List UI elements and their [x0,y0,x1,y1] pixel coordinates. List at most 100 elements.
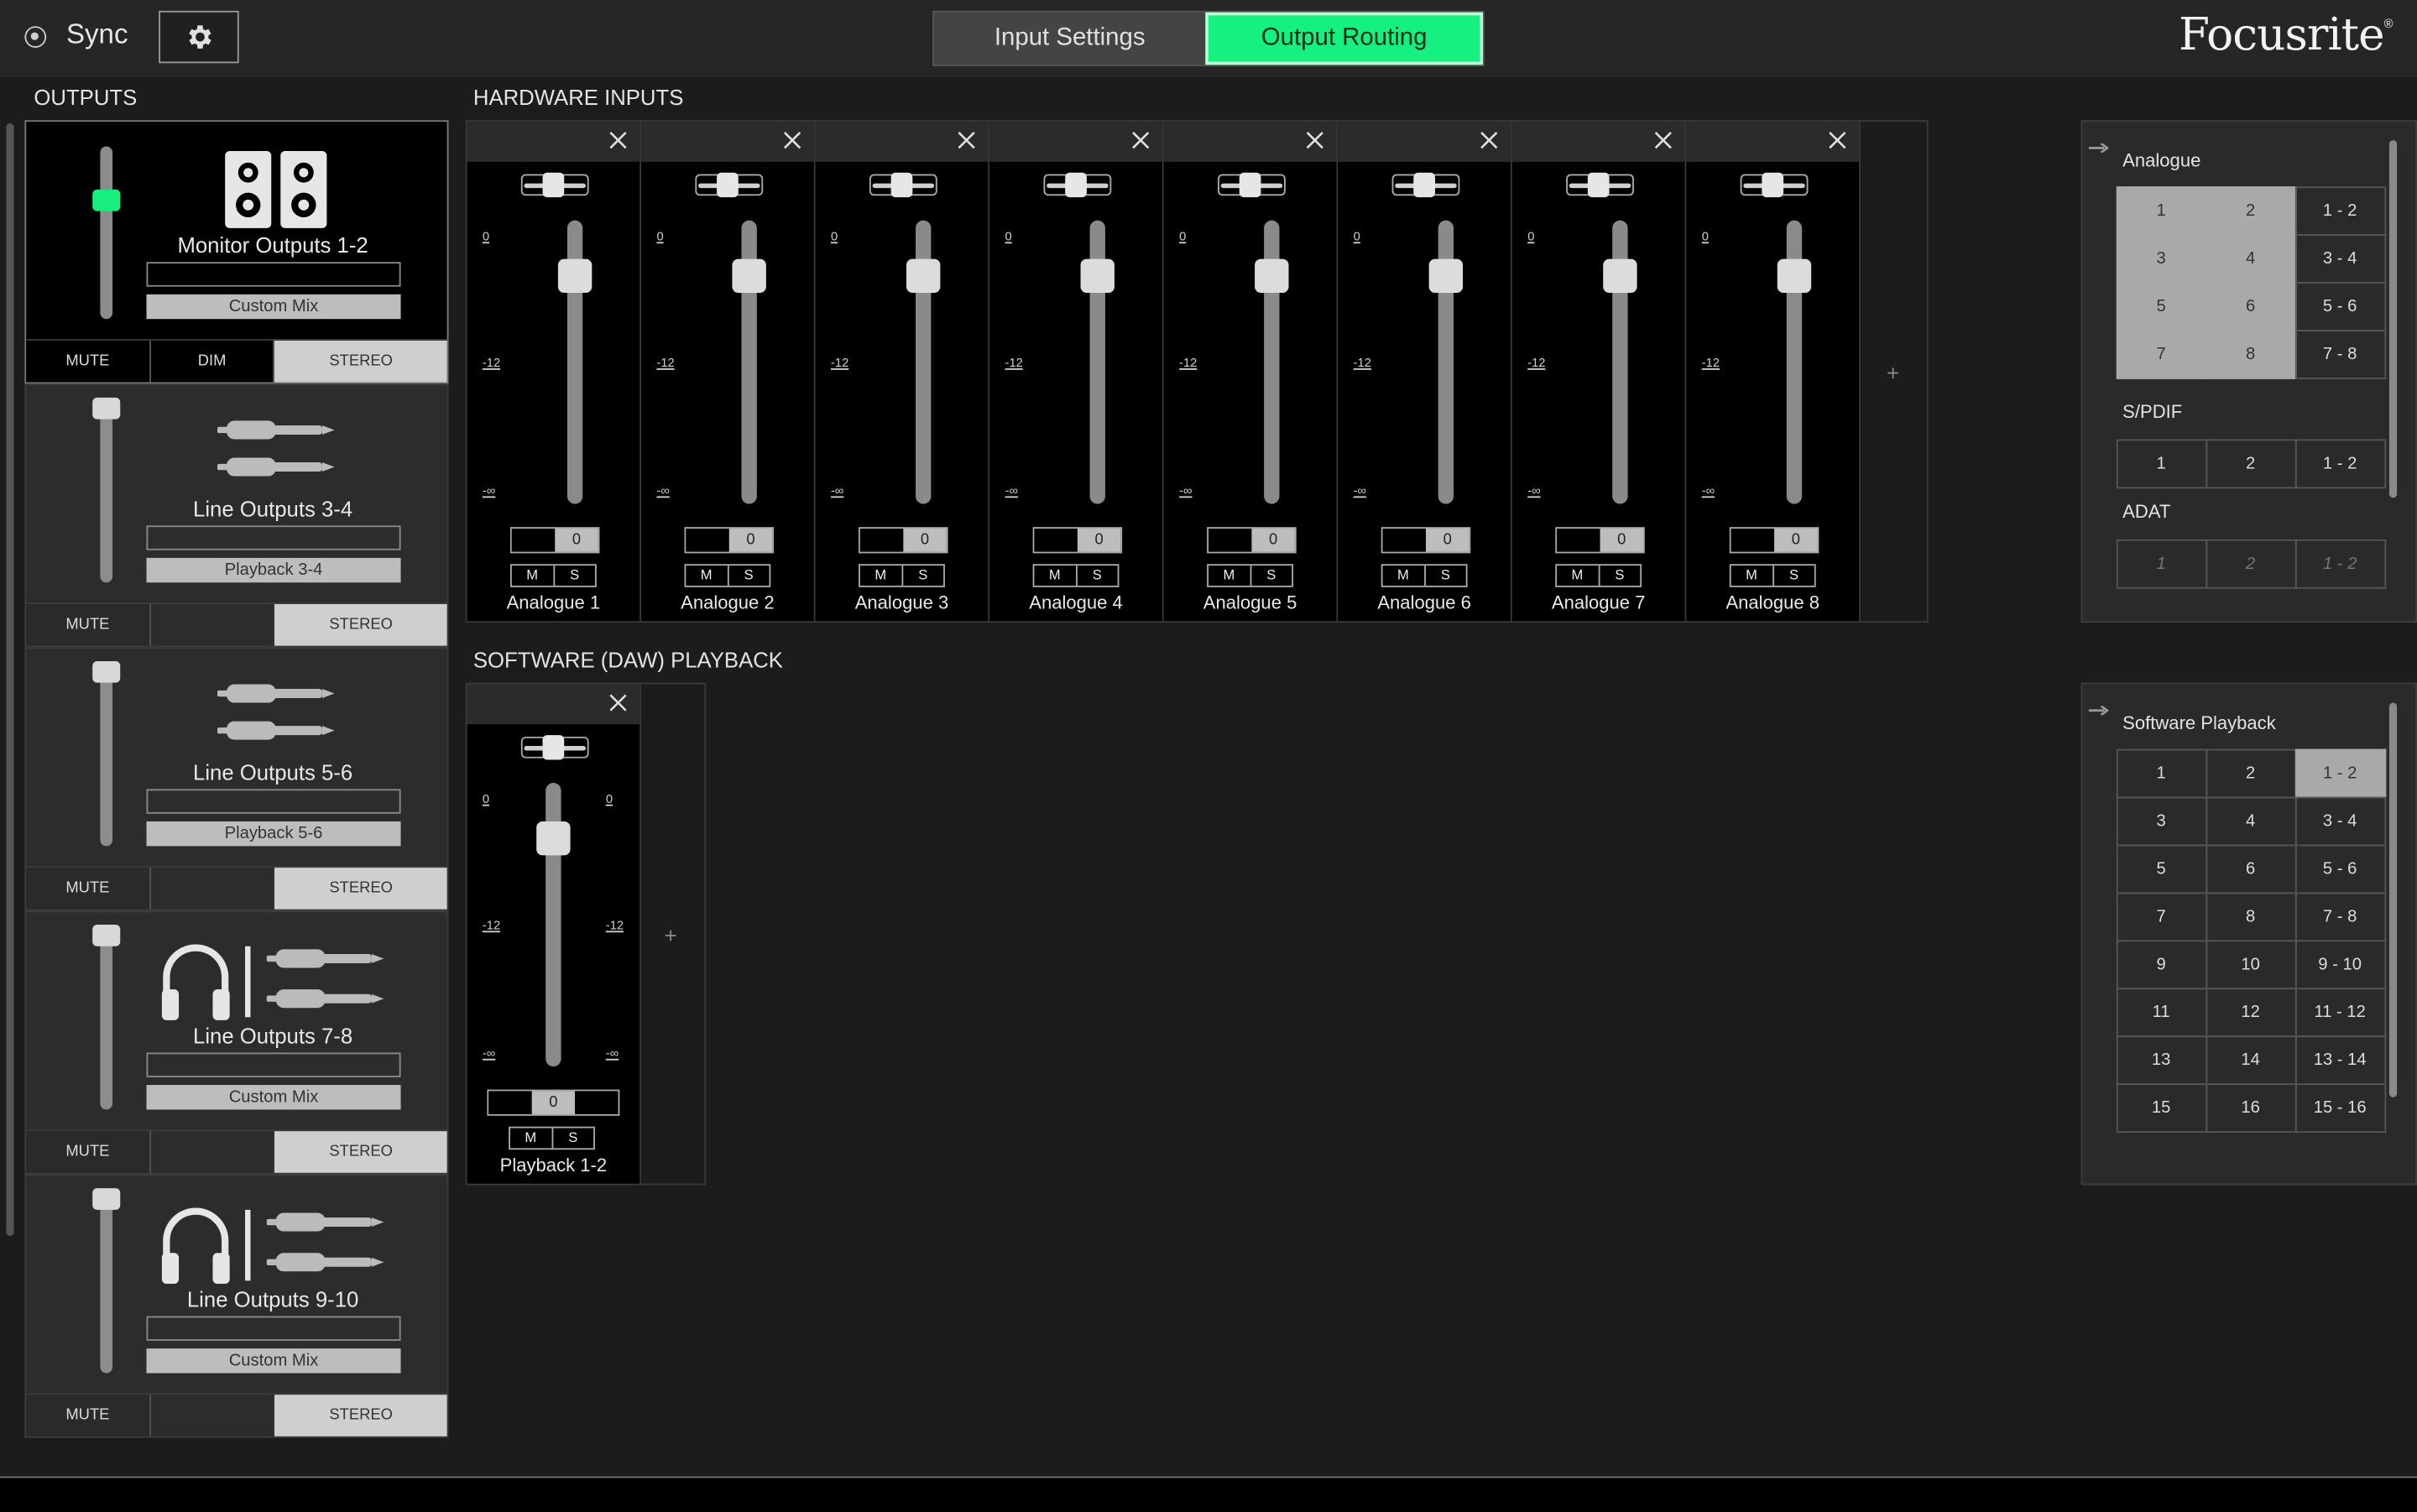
routing-cell[interactable]: 3 [2115,795,2207,846]
tab-input-settings[interactable]: Input Settings [934,13,1205,65]
gain-value-field[interactable]: 0 [509,527,600,554]
gain-value-field[interactable]: 0 [859,527,948,554]
stereo-button[interactable]: STEREO [274,1131,447,1173]
pan-knob[interactable] [1065,172,1087,198]
pan-knob[interactable] [542,172,565,198]
output-volume-knob[interactable] [92,925,121,946]
routing-cell[interactable]: 8 [2205,891,2296,941]
gain-fader-knob[interactable] [1603,258,1637,293]
routing-cell[interactable]: 2 [2205,748,2296,798]
routing-cell[interactable]: 5 [2115,843,2207,894]
routing-cell[interactable]: 11 [2115,987,2207,1037]
routing-cell[interactable]: 5 - 6 [2294,281,2386,331]
mute-button[interactable]: M [510,1128,553,1149]
routing-cell[interactable]: 1 [2115,538,2207,588]
settings-button[interactable] [159,10,239,64]
routing-cell[interactable]: 6 [2205,281,2296,331]
mute-button[interactable]: MUTE [26,1131,151,1173]
routing-cell[interactable]: 1 - 2 [2294,185,2386,236]
output-volume-fader[interactable] [100,1191,113,1374]
mute-button[interactable]: M [686,566,728,586]
stereo-button[interactable]: STEREO [274,604,447,646]
pan-knob[interactable] [890,172,913,198]
routing-cell[interactable]: 9 - 10 [2294,939,2386,989]
pan-knob[interactable] [1762,172,1784,198]
output-panel[interactable]: Line Outputs 7-8 Custom Mix MUTE STEREO [24,910,449,1175]
gain-fader-knob[interactable] [1428,258,1464,293]
dim-button[interactable]: DIM [150,340,275,383]
stereo-button[interactable]: STEREO [274,868,447,910]
gain-fader-knob[interactable] [906,258,941,293]
stereo-button[interactable]: STEREO [274,1395,447,1436]
routing-cell[interactable]: 16 [2205,1082,2296,1133]
mute-button[interactable]: M [860,566,903,586]
mute-button[interactable]: M [1208,566,1251,586]
routing-cell[interactable]: 2 [2205,185,2296,236]
output-volume-knob[interactable] [92,189,121,211]
mute-button[interactable]: M [1731,566,1774,586]
output-source-select[interactable]: Custom Mix [146,1348,401,1374]
mute-button[interactable]: MUTE [26,1395,151,1436]
routing-cell[interactable]: 13 - 14 [2294,1035,2386,1085]
output-volume-fader[interactable] [100,146,113,320]
output-panel[interactable]: Monitor Outputs 1-2 Custom Mix MUTE DIM STER… [24,120,449,384]
routing-cell[interactable]: 3 - 4 [2294,795,2386,846]
close-icon[interactable] [954,128,979,152]
routing-cell[interactable]: 8 [2205,329,2296,378]
gain-fader-knob[interactable] [557,258,593,293]
routing-cell[interactable]: 7 - 8 [2294,891,2386,941]
routing-cell[interactable]: 4 [2205,795,2296,846]
routing-cell[interactable]: 15 - 16 [2294,1082,2386,1133]
routing-cell[interactable]: 3 - 4 [2294,233,2386,284]
routing-cell[interactable]: 1 - 2 [2294,438,2386,488]
output-source-select[interactable]: Custom Mix [146,294,401,320]
gain-fader-knob[interactable] [1777,258,1812,293]
hardware-routing-scrollbar[interactable] [2388,140,2398,498]
routing-cell[interactable]: 13 [2115,1035,2207,1085]
gain-fader-knob[interactable] [1255,258,1289,293]
routing-cell[interactable]: 6 [2205,843,2296,894]
routing-cell[interactable]: 2 [2205,538,2296,588]
close-icon[interactable] [1302,128,1327,152]
close-icon[interactable] [606,691,630,715]
add-playback-button[interactable]: + [665,923,677,947]
mute-button[interactable]: M [1034,566,1077,586]
pan-knob[interactable] [717,172,739,198]
routing-cell[interactable]: 1 [2115,438,2207,488]
output-volume-fader[interactable] [100,927,113,1110]
routing-cell[interactable]: 7 [2115,329,2207,378]
close-icon[interactable] [1128,128,1152,152]
pan-knob[interactable] [542,735,565,760]
gain-value-field[interactable]: 0 [1381,527,1471,554]
routing-cell[interactable]: 9 [2115,939,2207,989]
mute-button[interactable]: M [1557,566,1600,586]
output-source-select[interactable]: Playback 3-4 [146,557,401,583]
routing-cell[interactable]: 11 - 12 [2294,987,2386,1037]
pan-knob[interactable] [1587,172,1610,198]
routing-cell[interactable]: 2 [2205,438,2296,488]
output-volume-knob[interactable] [92,660,121,683]
solo-button[interactable]: S [1425,566,1466,586]
close-icon[interactable] [1477,128,1501,152]
gain-fader-knob[interactable] [732,258,766,293]
output-volume-fader[interactable] [100,664,113,847]
output-panel[interactable]: Line Outputs 3-4 Playback 3-4 MUTE STEREO [24,383,449,648]
solo-button[interactable]: S [554,566,595,586]
mute-button[interactable]: MUTE [26,340,151,383]
output-source-select[interactable]: Custom Mix [146,1085,401,1110]
routing-cell[interactable]: 15 [2115,1082,2207,1133]
routing-cell[interactable]: 1 - 2 [2294,748,2386,798]
pan-knob[interactable] [1413,172,1435,198]
output-volume-knob[interactable] [92,1188,121,1210]
gain-value-field[interactable]: 0 [1555,527,1645,554]
solo-button[interactable]: S [1773,566,1814,586]
gain-value-field[interactable]: 0 [1207,527,1297,554]
outputs-scrollbar[interactable] [6,123,14,1237]
close-icon[interactable] [1825,128,1850,152]
output-panel[interactable]: Line Outputs 9-10 Custom Mix MUTE STEREO [24,1174,449,1438]
close-icon[interactable] [606,128,630,152]
solo-button[interactable]: S [1077,566,1118,586]
close-icon[interactable] [780,128,804,152]
output-source-select[interactable]: Playback 5-6 [146,821,401,847]
routing-cell[interactable]: 10 [2205,939,2296,989]
